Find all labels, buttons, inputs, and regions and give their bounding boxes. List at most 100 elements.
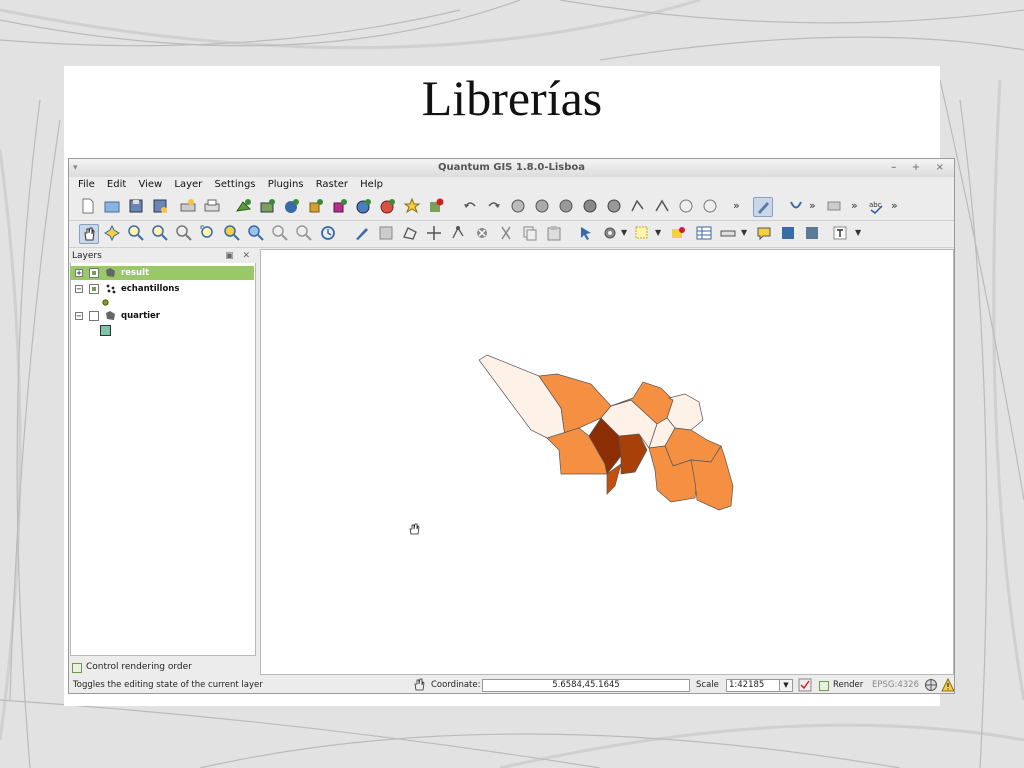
cut-features-icon[interactable]	[497, 224, 515, 242]
menu-settings[interactable]: Settings	[214, 177, 255, 193]
toolbar-more-chevron-2[interactable]: »	[809, 199, 816, 212]
add-feature-icon[interactable]	[401, 224, 419, 242]
undo-icon[interactable]	[461, 197, 479, 215]
menu-view[interactable]: View	[138, 177, 162, 193]
plugin-tool-icon[interactable]	[825, 197, 843, 215]
expand-icon[interactable]: +	[75, 269, 83, 277]
layer-item-echantillons[interactable]: − echantillons	[70, 282, 254, 296]
add-raster-layer-icon[interactable]	[259, 197, 277, 215]
add-postgis-layer-icon[interactable]	[283, 197, 301, 215]
redo-icon[interactable]	[485, 197, 503, 215]
warning-icon[interactable]	[941, 678, 955, 692]
digitize-tool-8-icon[interactable]	[677, 197, 695, 215]
add-vector-layer-icon[interactable]	[235, 197, 253, 215]
layer-visibility-checkbox[interactable]	[89, 268, 99, 278]
window-controls[interactable]: – + ×	[891, 159, 950, 177]
toolbar-more-chevron-3[interactable]: »	[851, 199, 858, 212]
save-as-icon[interactable]	[151, 197, 169, 215]
print-icon[interactable]	[203, 197, 221, 215]
paste-features-icon[interactable]	[545, 224, 563, 242]
zoom-full-icon[interactable]	[199, 224, 217, 242]
crs-globe-icon[interactable]	[924, 678, 938, 692]
collapse-icon[interactable]: −	[75, 285, 83, 293]
identify-features-icon[interactable]	[577, 224, 595, 242]
add-spatialite-layer-icon[interactable]	[307, 197, 325, 215]
map-tips-icon[interactable]	[755, 224, 773, 242]
save-edits-icon[interactable]	[377, 224, 395, 242]
menu-plugins[interactable]: Plugins	[268, 177, 304, 193]
save-project-icon[interactable]	[127, 197, 145, 215]
menu-file[interactable]: File	[78, 177, 95, 193]
attribute-table-icon[interactable]	[695, 224, 713, 242]
control-rendering-order-checkbox[interactable]	[72, 663, 82, 673]
pan-hand-icon[interactable]	[79, 224, 99, 244]
control-rendering-order[interactable]: Control rendering order	[70, 660, 256, 674]
refresh-icon[interactable]	[319, 224, 337, 242]
zoom-to-layer-icon[interactable]	[247, 224, 265, 242]
scale-dropdown-icon[interactable]: ▼	[779, 679, 793, 692]
delete-selected-icon[interactable]	[473, 224, 491, 242]
toolbar-more-chevron-4[interactable]: »	[891, 199, 898, 212]
layer-visibility-checkbox[interactable]	[89, 311, 99, 321]
crs-status[interactable]: EPSG:4326	[872, 677, 919, 693]
digitize-tool-3-icon[interactable]	[557, 197, 575, 215]
open-project-icon[interactable]	[103, 197, 121, 215]
window-titlebar[interactable]: ▾ Quantum GIS 1.8.0-Lisboa – + ×	[69, 159, 954, 177]
zoom-in-icon[interactable]	[127, 224, 145, 242]
coordinate-toggle-icon[interactable]	[412, 678, 426, 692]
zoom-next-icon[interactable]	[295, 224, 313, 242]
new-shapefile-icon[interactable]	[403, 197, 421, 215]
digitize-tool-1-icon[interactable]	[509, 197, 527, 215]
digitize-tool-5-icon[interactable]	[605, 197, 623, 215]
digitize-tool-4-icon[interactable]	[581, 197, 599, 215]
digitize-tool-7-icon[interactable]	[653, 197, 671, 215]
layer-item-result[interactable]: + result	[70, 266, 254, 280]
add-mssql-layer-icon[interactable]	[331, 197, 349, 215]
collapse-icon[interactable]: −	[75, 312, 83, 320]
layer-item-quartier[interactable]: − quartier	[70, 309, 254, 323]
edit-pencil-icon[interactable]	[353, 224, 371, 242]
add-wcs-layer-icon[interactable]	[379, 197, 397, 215]
show-bookmarks-icon[interactable]	[803, 224, 821, 242]
zoom-to-selection-icon[interactable]	[223, 224, 241, 242]
zoom-last-icon[interactable]	[271, 224, 289, 242]
zoom-actual-size-icon[interactable]	[175, 224, 193, 242]
menu-edit[interactable]: Edit	[107, 177, 126, 193]
select-features-icon[interactable]	[633, 224, 651, 242]
render-checkbox[interactable]	[819, 681, 829, 691]
text-annotation-icon[interactable]	[831, 224, 849, 242]
settings-gear-icon[interactable]	[601, 224, 619, 242]
toolbar-more-chevron[interactable]: »	[733, 199, 740, 212]
scale-field[interactable]: 1:42185	[726, 679, 780, 692]
new-print-composer-icon[interactable]	[179, 197, 197, 215]
stop-render-icon[interactable]	[798, 678, 812, 692]
remove-layer-icon[interactable]	[427, 197, 445, 215]
coordinate-field[interactable]: 5.6584,45.1645	[482, 679, 690, 692]
plugin-python-icon[interactable]	[787, 197, 805, 215]
dropdown-arrow-icon-2[interactable]: ▼	[655, 228, 661, 237]
spellcheck-icon[interactable]: abc	[867, 197, 885, 215]
panel-float-close-icons[interactable]: ▣ ✕	[225, 249, 253, 263]
dropdown-arrow-icon-4[interactable]: ▼	[855, 228, 861, 237]
menu-help[interactable]: Help	[360, 177, 383, 193]
move-feature-icon[interactable]	[425, 224, 443, 242]
menu-layer[interactable]: Layer	[174, 177, 202, 193]
measure-line-icon[interactable]	[719, 224, 737, 242]
toggle-editing-icon[interactable]	[753, 197, 773, 217]
node-tool-icon[interactable]	[449, 224, 467, 242]
menu-raster[interactable]: Raster	[316, 177, 348, 193]
pan-to-selection-icon[interactable]	[103, 224, 121, 242]
window-menu-icon[interactable]: ▾	[73, 159, 78, 177]
digitize-tool-6-icon[interactable]	[629, 197, 647, 215]
copy-features-icon[interactable]	[521, 224, 539, 242]
digitize-tool-2-icon[interactable]	[533, 197, 551, 215]
layer-visibility-checkbox[interactable]	[89, 284, 99, 294]
new-project-icon[interactable]	[79, 197, 97, 215]
new-bookmark-icon[interactable]	[779, 224, 797, 242]
deselect-icon[interactable]	[669, 224, 687, 242]
dropdown-arrow-icon-3[interactable]: ▼	[741, 228, 747, 237]
dropdown-arrow-icon[interactable]: ▼	[621, 228, 627, 237]
add-wms-layer-icon[interactable]	[355, 197, 373, 215]
map-canvas[interactable]	[260, 249, 954, 675]
digitize-tool-9-icon[interactable]	[701, 197, 719, 215]
